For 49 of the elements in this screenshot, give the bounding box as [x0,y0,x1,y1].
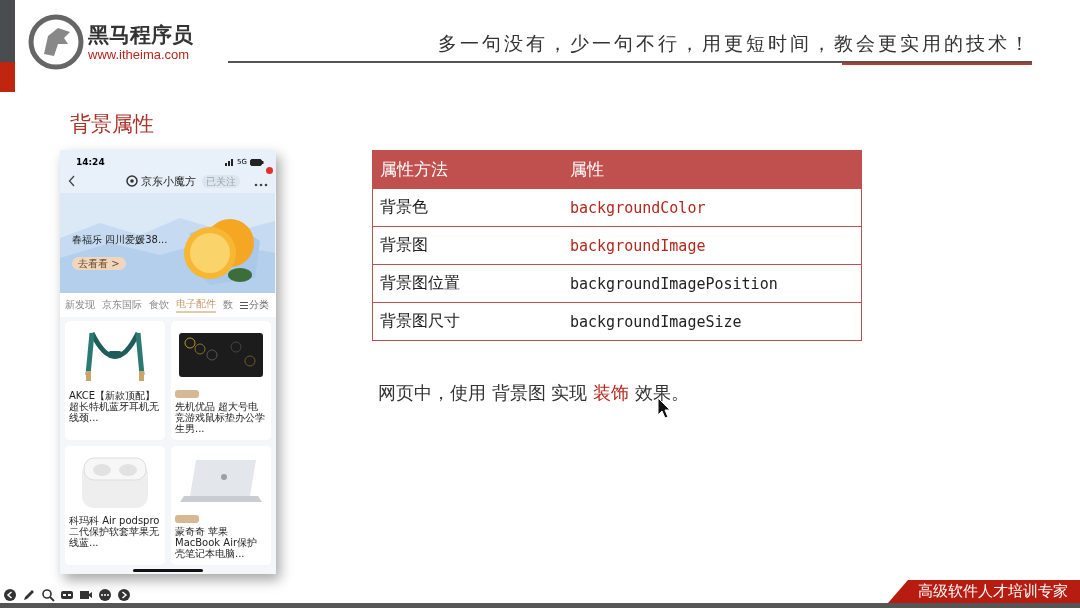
logo-icon [28,14,84,70]
product-card[interactable]: 蒙奇奇 苹果MacBook Air保护壳笔记本电脑... [171,446,271,565]
category-button[interactable]: 分类 [240,298,269,312]
product-title: 科玛科 Air podspro二代保护软套苹果无线蓝... [69,515,161,548]
back-icon[interactable] [3,588,17,602]
table-cell: 背景图尺寸 [372,302,563,341]
brand-name: 黑马程序员 [88,22,193,47]
home-indicator [133,569,203,572]
slogan: 多一句没有，少一句不行，用更短时间，教会更实用的技术！ [438,31,1032,56]
table-cell: 背景色 [372,188,563,227]
product-card[interactable]: 科玛科 Air podspro二代保护软套苹果无线蓝... [65,446,165,565]
slide-title: 背景属性 [70,111,154,138]
status-time: 14:24 [76,157,105,167]
view-button[interactable]: 去看看 > [72,257,126,270]
column-header: 属性方法 [372,150,563,189]
camera-icon[interactable] [79,588,93,602]
menu-icon [240,301,248,309]
brand-url: www.itheima.com [88,46,191,62]
back-icon[interactable] [68,175,76,187]
category-tab[interactable]: 数 [223,298,233,312]
footer-banner: 高级软件人才培训专家 [888,580,1080,603]
product-card[interactable]: AKCE【新款顶配】超长特机蓝牙耳机无线颈... [65,321,165,440]
category-tab[interactable]: 京东国际 [102,298,142,312]
banner-title: 春福乐 四川爱媛38... [72,233,168,247]
side-bar-accent [0,62,15,92]
product-card[interactable]: 先机优品 超大号电竞游戏鼠标垫办公学生男... [171,321,271,440]
product-title: 蒙奇奇 苹果MacBook Air保护壳笔记本电脑... [175,526,259,559]
table-cell: backgroundColor [563,188,862,227]
category-tab[interactable]: 新发现 [65,298,95,312]
store-logo-icon [126,175,138,187]
table-cell: backgroundImage [563,226,862,265]
table-cell: backgroundImageSize [563,302,862,341]
search-icon[interactable] [41,588,55,602]
more-icon[interactable] [98,588,112,602]
side-bar [0,0,15,62]
note-text: 网页中，使用 背景图 实现 装饰 效果。 [378,381,690,405]
battery-icon [250,158,264,166]
product-title: 先机优品 超大号电竞游戏鼠标垫办公学生男... [175,401,266,434]
table-cell: backgroundImagePosition [563,264,862,303]
signal-icon [225,158,235,166]
store-name: 京东小魔方 [141,173,196,189]
category-tab[interactable]: 食饮 [149,298,169,312]
column-header: 属性 [563,150,862,189]
product-title: AKCE【新款顶配】超长特机蓝牙耳机无线颈... [69,390,160,423]
forward-icon[interactable] [117,588,131,602]
captions-icon[interactable] [60,588,74,602]
table-cell: 背景图位置 [372,264,563,303]
table-cell: 背景图 [372,226,563,265]
notification-dot [266,166,273,174]
